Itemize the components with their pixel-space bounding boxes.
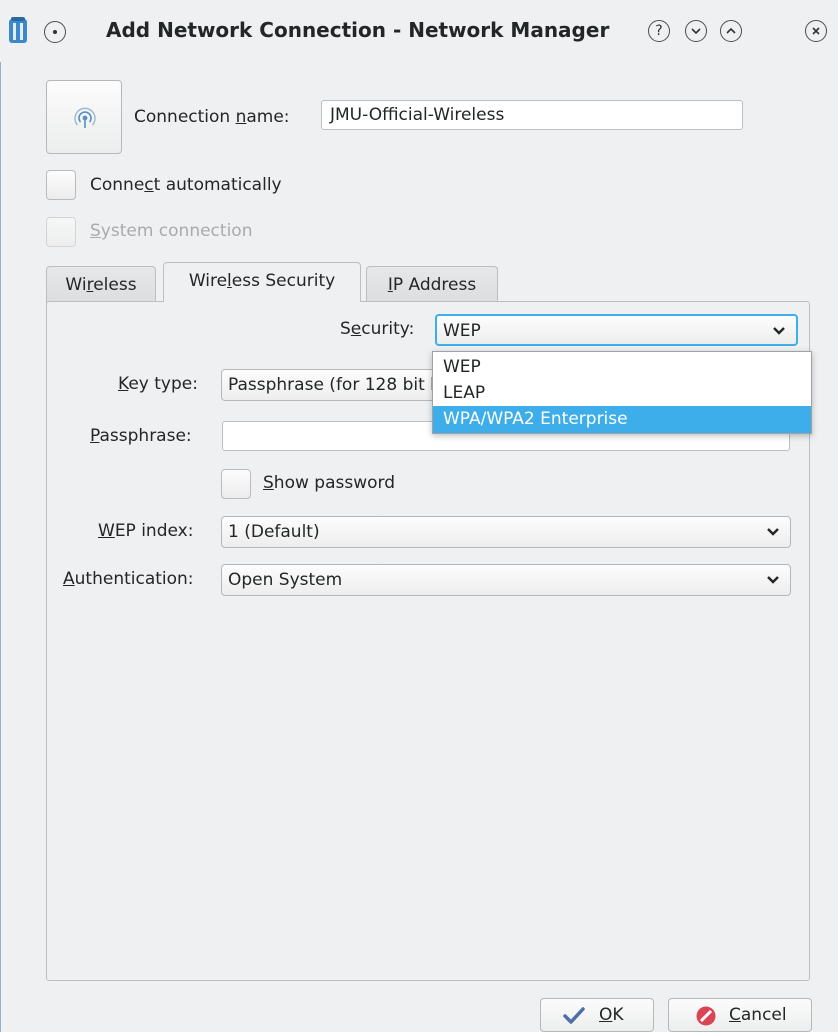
title-bar: Add Network Connection - Network Manager… [0,0,838,62]
security-option[interactable]: LEAP [433,380,811,407]
tab-ip-address[interactable]: IP Address [366,266,498,304]
wep-index-select-value: 1 (Default) [228,522,320,542]
checkmark-icon [563,1007,585,1024]
tab-wireless-security[interactable]: Wireless Security [163,262,361,302]
chevron-down-icon [773,327,785,335]
wireless-icon [74,107,96,128]
connection-icon-button[interactable] [46,80,122,154]
security-label: Security: [340,319,415,339]
authentication-select[interactable]: Open System [221,564,791,596]
connect-automatically-label[interactable]: Connect automatically [90,170,282,200]
connection-name-label: Connection name: [134,107,290,127]
system-connection-label: System connection [90,221,253,241]
security-dropdown-list: WEP LEAP WPA/WPA2 Enterprise [432,351,812,434]
authentication-label: Authentication: [63,569,194,589]
window-title: Add Network Connection - Network Manager [106,18,610,42]
chevron-down-icon [767,576,779,584]
authentication-select-value: Open System [228,570,343,590]
window-border [0,0,1,1032]
passphrase-label: Passphrase: [90,426,192,446]
key-type-label: Key type: [118,374,198,394]
app-icon[interactable] [8,15,28,45]
tab-wireless[interactable]: Wireless [46,266,156,304]
ok-button[interactable]: OK [540,998,654,1032]
connect-automatically-checkbox[interactable] [46,170,76,200]
wep-index-select[interactable]: 1 (Default) [221,516,791,548]
minimize-icon[interactable] [685,20,707,42]
security-select-value: WEP [443,321,481,341]
key-type-select-value: Passphrase (for 128 bit key) [228,375,467,395]
security-select[interactable]: WEP [435,314,798,346]
maximize-icon[interactable] [720,20,742,42]
show-password-label[interactable]: Show password [263,468,395,498]
wep-index-label: WEP index: [98,521,194,541]
cancel-button-label: Cancel [729,1005,787,1025]
cancel-button[interactable]: Cancel [668,998,812,1032]
cancel-icon [696,1006,716,1026]
ok-button-label: OK [599,1005,624,1025]
security-option-highlighted[interactable]: WPA/WPA2 Enterprise [433,406,811,433]
help-icon[interactable]: ? [648,20,670,42]
system-connection-checkbox [46,217,76,247]
chevron-down-icon [767,528,779,536]
security-option[interactable]: WEP [433,354,811,381]
window-menu-icon[interactable] [44,21,66,43]
connection-name-input[interactable]: JMU-Official-Wireless [321,100,743,130]
close-icon[interactable] [805,20,827,42]
show-password-checkbox[interactable] [221,469,251,499]
